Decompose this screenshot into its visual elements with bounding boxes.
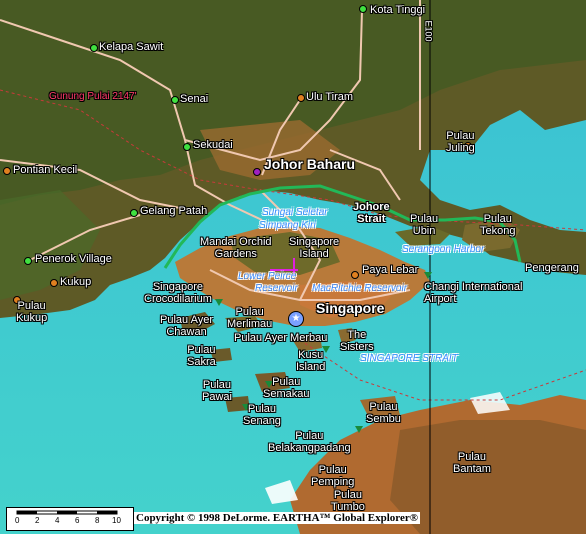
mountain-triangle-icon — [215, 299, 223, 306]
label-pulau-sakra[interactable]: Pulau Sakra — [187, 344, 216, 368]
scale-tick-label: 0 — [15, 516, 20, 525]
label-kota-tinggi[interactable]: Kota Tinggi — [370, 4, 425, 16]
label-kusu-island[interactable]: Kusu Island — [296, 349, 325, 373]
scale-tick-label: 6 — [75, 516, 80, 525]
label-pulau-kukup[interactable]: Pulau Kukup — [16, 300, 47, 324]
label-the-sisters[interactable]: The Sisters — [340, 329, 374, 353]
label-penerok-village[interactable]: Penerok Village — [35, 253, 112, 265]
scale-tick-label: 10 — [112, 516, 121, 525]
kukup-marker — [50, 279, 58, 287]
johor-baharu-marker — [253, 168, 261, 176]
label-pulau-ubin[interactable]: Pulau Ubin — [410, 213, 438, 237]
label-kelapa-sawit[interactable]: Kelapa Sawit — [99, 41, 163, 53]
label-singapore-crocodilarium[interactable]: Singapore Crocodilarium — [144, 281, 212, 305]
label-sungai-seletar[interactable]: Sungai Seletar — [262, 207, 328, 219]
label-sekudai[interactable]: Sekudai — [193, 139, 233, 151]
label-singapore[interactable]: Singapore — [316, 301, 384, 316]
pontian-kecil-marker — [3, 167, 11, 175]
singapore-capital-star-icon: ★ — [288, 311, 304, 327]
scale-tick-label: 2 — [35, 516, 40, 525]
label-pontian-kecil[interactable]: Pontian Kecil — [13, 164, 77, 176]
label-pulau-tekong[interactable]: Pulau Tekong — [480, 213, 515, 237]
label-pulau-bantam[interactable]: Pulau Bantam — [453, 451, 491, 475]
label-pulau-ayer-chawan[interactable]: Pulau Ayer Chawan — [160, 314, 213, 338]
ulu-tiram-marker — [297, 94, 305, 102]
kota-tinggi-marker — [359, 5, 367, 13]
label-gunung-pulai[interactable]: Gunung Pulai 2147' — [49, 91, 137, 103]
label-pulau-semakau[interactable]: Pulau Semakau — [263, 376, 309, 400]
label-macritchie-reservoir[interactable]: MacRitchie Reservoir — [312, 283, 407, 295]
label-serangoon-harbor[interactable]: Serangoon Harbor — [402, 244, 484, 256]
label-pulau-pemping[interactable]: Pulau Pemping — [311, 464, 354, 488]
label-pulau-senang[interactable]: Pulau Senang — [243, 403, 281, 427]
scale-bar: 0 2 4 6 8 10 — [6, 507, 134, 531]
copyright-notice: Copyright © 1998 DeLorme. EARTHA™ Global… — [134, 512, 420, 524]
label-pulau-ayer-merbau[interactable]: Pulau Ayer Merbau — [234, 332, 327, 344]
label-johor-baharu[interactable]: Johor Baharu — [264, 157, 355, 172]
label-pulau-sembu[interactable]: Pulau Sembu — [366, 401, 401, 425]
senai-marker — [171, 96, 179, 104]
label-gelang-patah[interactable]: Gelang Patah — [140, 205, 207, 217]
label-changi-airport[interactable]: Changi International Airport — [424, 281, 522, 305]
label-road-e100: E100 — [423, 20, 434, 42]
label-pengerang[interactable]: Pengerang — [525, 262, 579, 274]
label-lower-peirce[interactable]: Lower Peirce — [238, 271, 296, 283]
map-view[interactable]: ★ Kota Tinggi E100 Kelapa Sawit Gunung P… — [0, 0, 586, 534]
paya-lebar-marker — [351, 271, 359, 279]
mountain-triangle-icon — [355, 426, 363, 433]
label-pulau-pawai[interactable]: Pulau Pawai — [202, 379, 232, 403]
label-ulu-tiram[interactable]: Ulu Tiram — [306, 91, 353, 103]
label-singapore-strait[interactable]: SINGAPORE STRAIT — [360, 353, 458, 365]
label-kukup[interactable]: Kukup — [60, 276, 91, 288]
label-pulau-juling[interactable]: Pulau Juling — [446, 130, 475, 154]
label-simpang-kiri[interactable]: Simpang Kiri — [259, 220, 316, 232]
label-senai[interactable]: Senai — [180, 93, 208, 105]
kelapa-sawit-marker — [90, 44, 98, 52]
label-paya-lebar[interactable]: Paya Lebar — [362, 264, 418, 276]
label-johore-strait[interactable]: Johore Strait — [353, 201, 390, 225]
label-reservoir[interactable]: Reservoir — [255, 283, 298, 295]
label-pulau-merlimau[interactable]: Pulau Merlimau — [227, 306, 272, 330]
gelang-patah-marker — [130, 209, 138, 217]
scale-tick-label: 4 — [55, 516, 60, 525]
label-pulau-belakangpadang[interactable]: Pulau Belakangpadang — [268, 430, 351, 454]
scale-tick-label: 8 — [95, 516, 100, 525]
label-mandai-orchid-gardens[interactable]: Mandai Orchid Gardens — [200, 236, 272, 260]
mountain-triangle-icon — [424, 272, 432, 279]
label-singapore-island[interactable]: Singapore Island — [289, 236, 339, 260]
label-pulau-tumbo[interactable]: Pulau Tumbo — [331, 489, 365, 513]
penerok-village-marker — [24, 257, 32, 265]
sekudai-marker — [183, 143, 191, 151]
